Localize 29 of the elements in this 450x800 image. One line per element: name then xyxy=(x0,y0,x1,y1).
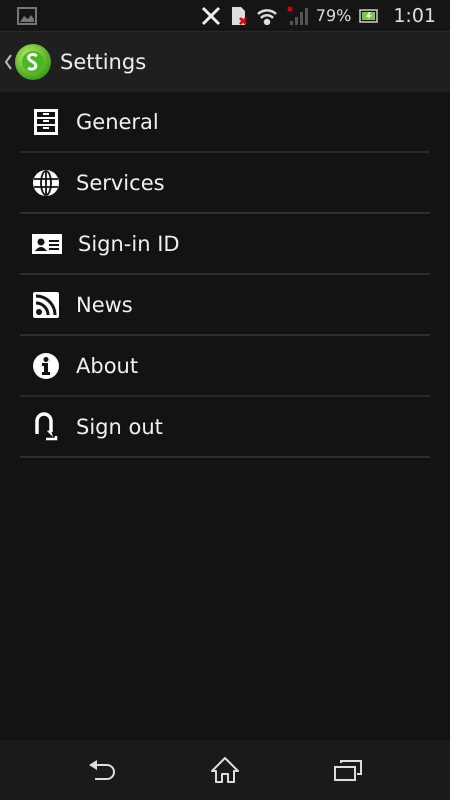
globe-icon xyxy=(32,168,60,196)
clock: 1:01 xyxy=(393,4,436,26)
back-arrow-icon xyxy=(86,759,117,781)
home-button[interactable] xyxy=(210,756,240,784)
settings-item[interactable]: Sign out xyxy=(20,397,430,458)
settings-item[interactable]: News xyxy=(20,275,430,336)
battery-percent: 79% xyxy=(316,6,352,25)
home-icon xyxy=(210,756,240,784)
stacked-windows-icon xyxy=(333,758,364,782)
cabinet-icon xyxy=(32,108,60,136)
settings-item[interactable]: Sign-in ID xyxy=(20,214,430,275)
up-button[interactable] xyxy=(4,43,52,81)
id-card-icon xyxy=(32,232,62,256)
screen-title: Settings xyxy=(60,50,146,74)
sim-missing-icon xyxy=(230,6,248,26)
app-logo-icon xyxy=(14,43,52,81)
settings-item[interactable]: General xyxy=(20,92,430,153)
back-button[interactable] xyxy=(86,759,117,781)
info-icon xyxy=(32,352,60,380)
settings-item[interactable]: Services xyxy=(20,153,430,214)
wifi-icon xyxy=(256,6,278,24)
rss-icon xyxy=(32,290,60,318)
signal-icon xyxy=(286,6,308,26)
battery-charging-icon xyxy=(359,8,380,22)
chevron-icon xyxy=(4,54,12,70)
picture-icon xyxy=(17,6,37,24)
nfc-off-icon xyxy=(200,6,222,26)
recent-apps-button[interactable] xyxy=(333,758,364,782)
settings-item[interactable]: About xyxy=(20,336,430,397)
